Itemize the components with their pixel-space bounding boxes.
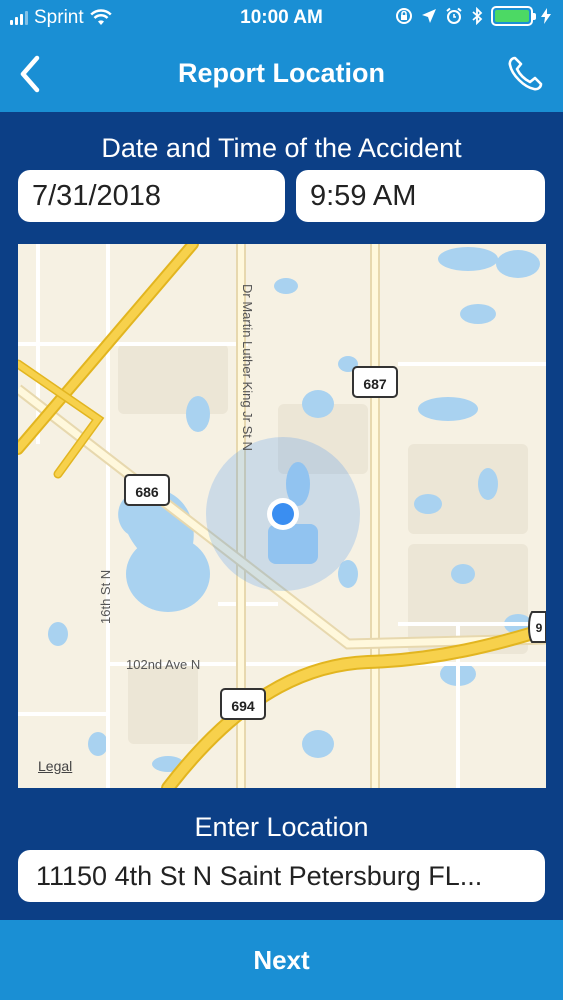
time-value: 9:59 AM (310, 179, 417, 212)
phone-icon (508, 56, 543, 91)
location-input[interactable]: 11150 4th St N Saint Petersburg FL... (18, 850, 545, 902)
enter-location-label: Enter Location (194, 812, 369, 842)
next-label: Next (253, 944, 310, 975)
charging-bolt-icon (541, 8, 551, 24)
time-field[interactable]: 9:59 AM (296, 170, 545, 222)
street-label-16th: 16th St N (98, 570, 113, 624)
bluetooth-icon (472, 7, 483, 25)
call-button[interactable] (503, 52, 547, 96)
route-686-label: 686 (135, 484, 159, 500)
street-label-102nd: 102nd Ave N (126, 657, 200, 672)
route-687-label: 687 (363, 376, 387, 392)
location-arrow-icon (422, 9, 436, 23)
date-value: 7/31/2018 (32, 179, 162, 212)
route-shield-687: 687 (352, 366, 398, 398)
navigation-bar: Report Location (0, 36, 563, 112)
route-shield-694: 694 (220, 688, 266, 720)
user-location-dot (272, 503, 294, 525)
next-button[interactable]: Next (0, 920, 563, 1000)
status-right (395, 6, 551, 26)
battery-icon (491, 6, 536, 26)
map-canvas[interactable]: Dr Martin Luther King Jr St N 16th St N … (18, 244, 546, 788)
map-legal-link[interactable]: Legal (38, 758, 72, 774)
alarm-icon (446, 7, 462, 24)
location-map[interactable]: Dr Martin Luther King Jr St N 16th St N … (18, 244, 546, 788)
date-field[interactable]: 7/31/2018 (18, 170, 285, 222)
location-value: 11150 4th St N Saint Petersburg FL... (36, 860, 483, 891)
street-label-mlk: Dr Martin Luther King Jr St N (240, 284, 255, 451)
route-694-label: 694 (231, 698, 255, 714)
route-shield-686: 686 (124, 474, 170, 506)
route-9-label: 9 (536, 621, 543, 635)
page-title: Report Location (178, 58, 385, 88)
route-shield-9: 9 (528, 611, 546, 643)
rotation-lock-icon (396, 8, 412, 24)
status-bar: Sprint 10:00 AM (0, 0, 563, 36)
date-time-label: Date and Time of the Accident (101, 133, 462, 163)
